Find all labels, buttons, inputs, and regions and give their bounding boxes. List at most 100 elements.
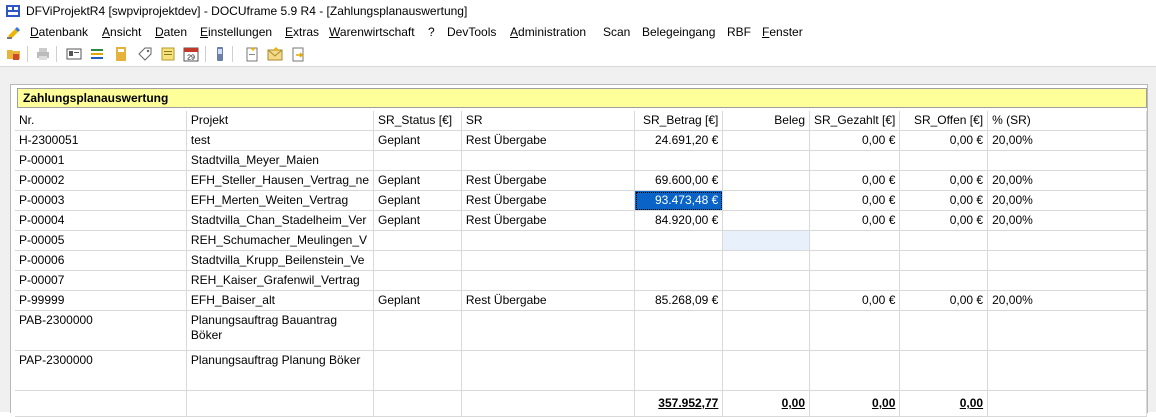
cell-sr[interactable] [461, 150, 636, 171]
card-icon[interactable] [66, 46, 82, 62]
cell-sr-gezahlt[interactable]: 0,00 € [809, 130, 901, 151]
cell-percent[interactable]: 20,00% [987, 130, 1147, 151]
cell-sr-gezahlt[interactable] [809, 270, 901, 291]
cell-sr-offen[interactable] [899, 270, 989, 291]
cell-projekt[interactable]: REH_Schumacher_Meulingen_V [186, 230, 375, 251]
new-doc-icon[interactable] [244, 46, 260, 62]
cell-percent[interactable]: 20,00% [987, 210, 1147, 231]
cell-beleg[interactable] [722, 270, 810, 291]
cell-sr-betrag[interactable] [634, 350, 724, 391]
cell-sr[interactable]: Rest Übergabe [461, 290, 636, 311]
cell-percent[interactable]: 20,00% [987, 190, 1147, 211]
cell-sr[interactable] [461, 250, 636, 271]
cell-sr-betrag-selected[interactable]: 93.473,48 € [634, 190, 724, 211]
cell-sr-betrag[interactable] [634, 310, 724, 351]
phone-icon[interactable] [212, 46, 228, 62]
cell-sr-status[interactable]: Geplant [373, 190, 462, 211]
cell-projekt[interactable]: EFH_Baiser_alt [186, 290, 375, 311]
cell-sr-betrag[interactable]: 24.691,20 € [634, 130, 724, 151]
cell-sr-gezahlt[interactable] [809, 310, 901, 351]
cell-beleg[interactable] [722, 250, 810, 271]
cell-sr-gezahlt[interactable]: 0,00 € [809, 190, 901, 211]
open-folder-icon[interactable] [6, 46, 22, 62]
cell-sr-status[interactable] [373, 310, 462, 351]
cell-sr-offen[interactable] [899, 310, 989, 351]
cell-sr-offen[interactable] [899, 250, 989, 271]
menu-datenbank[interactable]: Datenbank [30, 25, 88, 39]
cell-beleg[interactable] [722, 230, 810, 251]
cell-nr[interactable]: P-99999 [15, 290, 187, 311]
cell-sr-betrag[interactable] [634, 250, 724, 271]
cell-sr-gezahlt[interactable] [809, 250, 901, 271]
cell-sr-offen[interactable] [899, 150, 989, 171]
table-row[interactable]: PAB-2300000 Planungsauftrag Bauantrag Bö… [15, 310, 1147, 351]
list-icon[interactable] [89, 46, 105, 62]
cell-sr-gezahlt[interactable] [809, 350, 901, 391]
table-row[interactable]: P-00007 REH_Kaiser_Grafenwil_Vertrag [15, 270, 1147, 291]
cell-sr[interactable] [461, 230, 636, 251]
cell-sr-offen[interactable]: 0,00 € [899, 170, 989, 191]
cell-sr-betrag[interactable]: 84.920,00 € [634, 210, 724, 231]
col-header-beleg[interactable]: Beleg [722, 111, 810, 131]
menu-belegeingang[interactable]: Belegeingang [642, 25, 715, 39]
menu-help[interactable]: ? [428, 25, 435, 39]
menu-devtools[interactable]: DevTools [447, 25, 496, 39]
table-row[interactable]: P-00003 EFH_Merten_Weiten_Vertrag Geplan… [15, 190, 1147, 211]
cell-sr-status[interactable] [373, 250, 462, 271]
table-row[interactable]: P-00006 Stadtvilla_Krupp_Beilenstein_Ve [15, 250, 1147, 271]
cell-sr-offen[interactable]: 0,00 € [899, 210, 989, 231]
cell-sr-betrag[interactable] [634, 230, 724, 251]
cell-percent[interactable]: 20,00% [987, 170, 1147, 191]
table-row[interactable]: P-00002 EFH_Steller_Hausen_Vertrag_ne Ge… [15, 170, 1147, 191]
menu-administration[interactable]: Administration [510, 25, 586, 39]
cell-nr[interactable]: P-00003 [15, 190, 187, 211]
cell-projekt[interactable]: Stadtvilla_Krupp_Beilenstein_Ve [186, 250, 375, 271]
cell-sr-offen[interactable]: 0,00 € [899, 130, 989, 151]
cell-nr[interactable]: P-00002 [15, 170, 187, 191]
table-row[interactable]: H-2300051 test Geplant Rest Übergabe 24.… [15, 130, 1147, 151]
cell-sr-betrag[interactable]: 85.268,09 € [634, 290, 724, 311]
cell-sr-status[interactable]: Geplant [373, 130, 462, 151]
menu-daten[interactable]: Daten [155, 25, 187, 39]
tag-icon[interactable] [137, 46, 153, 62]
cell-sr-gezahlt[interactable] [809, 230, 901, 251]
menu-extras[interactable]: Extras [285, 25, 319, 39]
mail-icon[interactable] [267, 46, 283, 62]
cell-sr-status[interactable] [373, 270, 462, 291]
col-header-projekt[interactable]: Projekt [186, 111, 375, 131]
cell-projekt[interactable]: Planungsauftrag Planung Böker [186, 350, 375, 391]
cell-sr-status[interactable]: Geplant [373, 290, 462, 311]
cell-sr[interactable] [461, 270, 636, 291]
cell-beleg[interactable] [722, 310, 810, 351]
cell-sr-status[interactable] [373, 230, 462, 251]
cell-sr[interactable]: Rest Übergabe [461, 130, 636, 151]
table-row[interactable]: P-00001 Stadtvilla_Meyer_Maien [15, 150, 1147, 171]
menu-warenwirtschaft[interactable]: Warenwirtschaft [329, 25, 415, 39]
menu-rbf[interactable]: RBF [727, 25, 751, 39]
col-header-sr[interactable]: SR [461, 111, 636, 131]
cell-sr[interactable]: Rest Übergabe [461, 170, 636, 191]
cell-nr[interactable]: PAB-2300000 [15, 310, 187, 351]
cell-percent[interactable] [987, 250, 1147, 271]
cell-beleg[interactable] [722, 130, 810, 151]
cell-beleg[interactable] [722, 210, 810, 231]
cell-nr[interactable]: P-00007 [15, 270, 187, 291]
col-header-sr-status[interactable]: SR_Status [€] [373, 111, 462, 131]
cell-sr-offen[interactable]: 0,00 € [899, 290, 989, 311]
cell-percent[interactable] [987, 230, 1147, 251]
cell-nr[interactable]: P-00005 [15, 230, 187, 251]
table-row[interactable]: P-00004 Stadtvilla_Chan_Stadelheim_Ver G… [15, 210, 1147, 231]
cell-sr[interactable] [461, 350, 636, 391]
col-header-sr-betrag[interactable]: SR_Betrag [€] [634, 111, 724, 131]
cell-nr[interactable]: P-00004 [15, 210, 187, 231]
cell-sr-status[interactable] [373, 150, 462, 171]
cell-sr-gezahlt[interactable]: 0,00 € [809, 170, 901, 191]
cell-sr-offen[interactable] [899, 230, 989, 251]
col-header-nr[interactable]: Nr. [15, 111, 187, 131]
cell-projekt[interactable]: Stadtvilla_Chan_Stadelheim_Ver [186, 210, 375, 231]
cell-projekt[interactable]: test [186, 130, 375, 151]
cell-sr-offen[interactable] [899, 350, 989, 391]
cell-sr-gezahlt[interactable] [809, 150, 901, 171]
export-icon[interactable] [290, 46, 306, 62]
col-header-percent[interactable]: % (SR) [987, 111, 1147, 131]
